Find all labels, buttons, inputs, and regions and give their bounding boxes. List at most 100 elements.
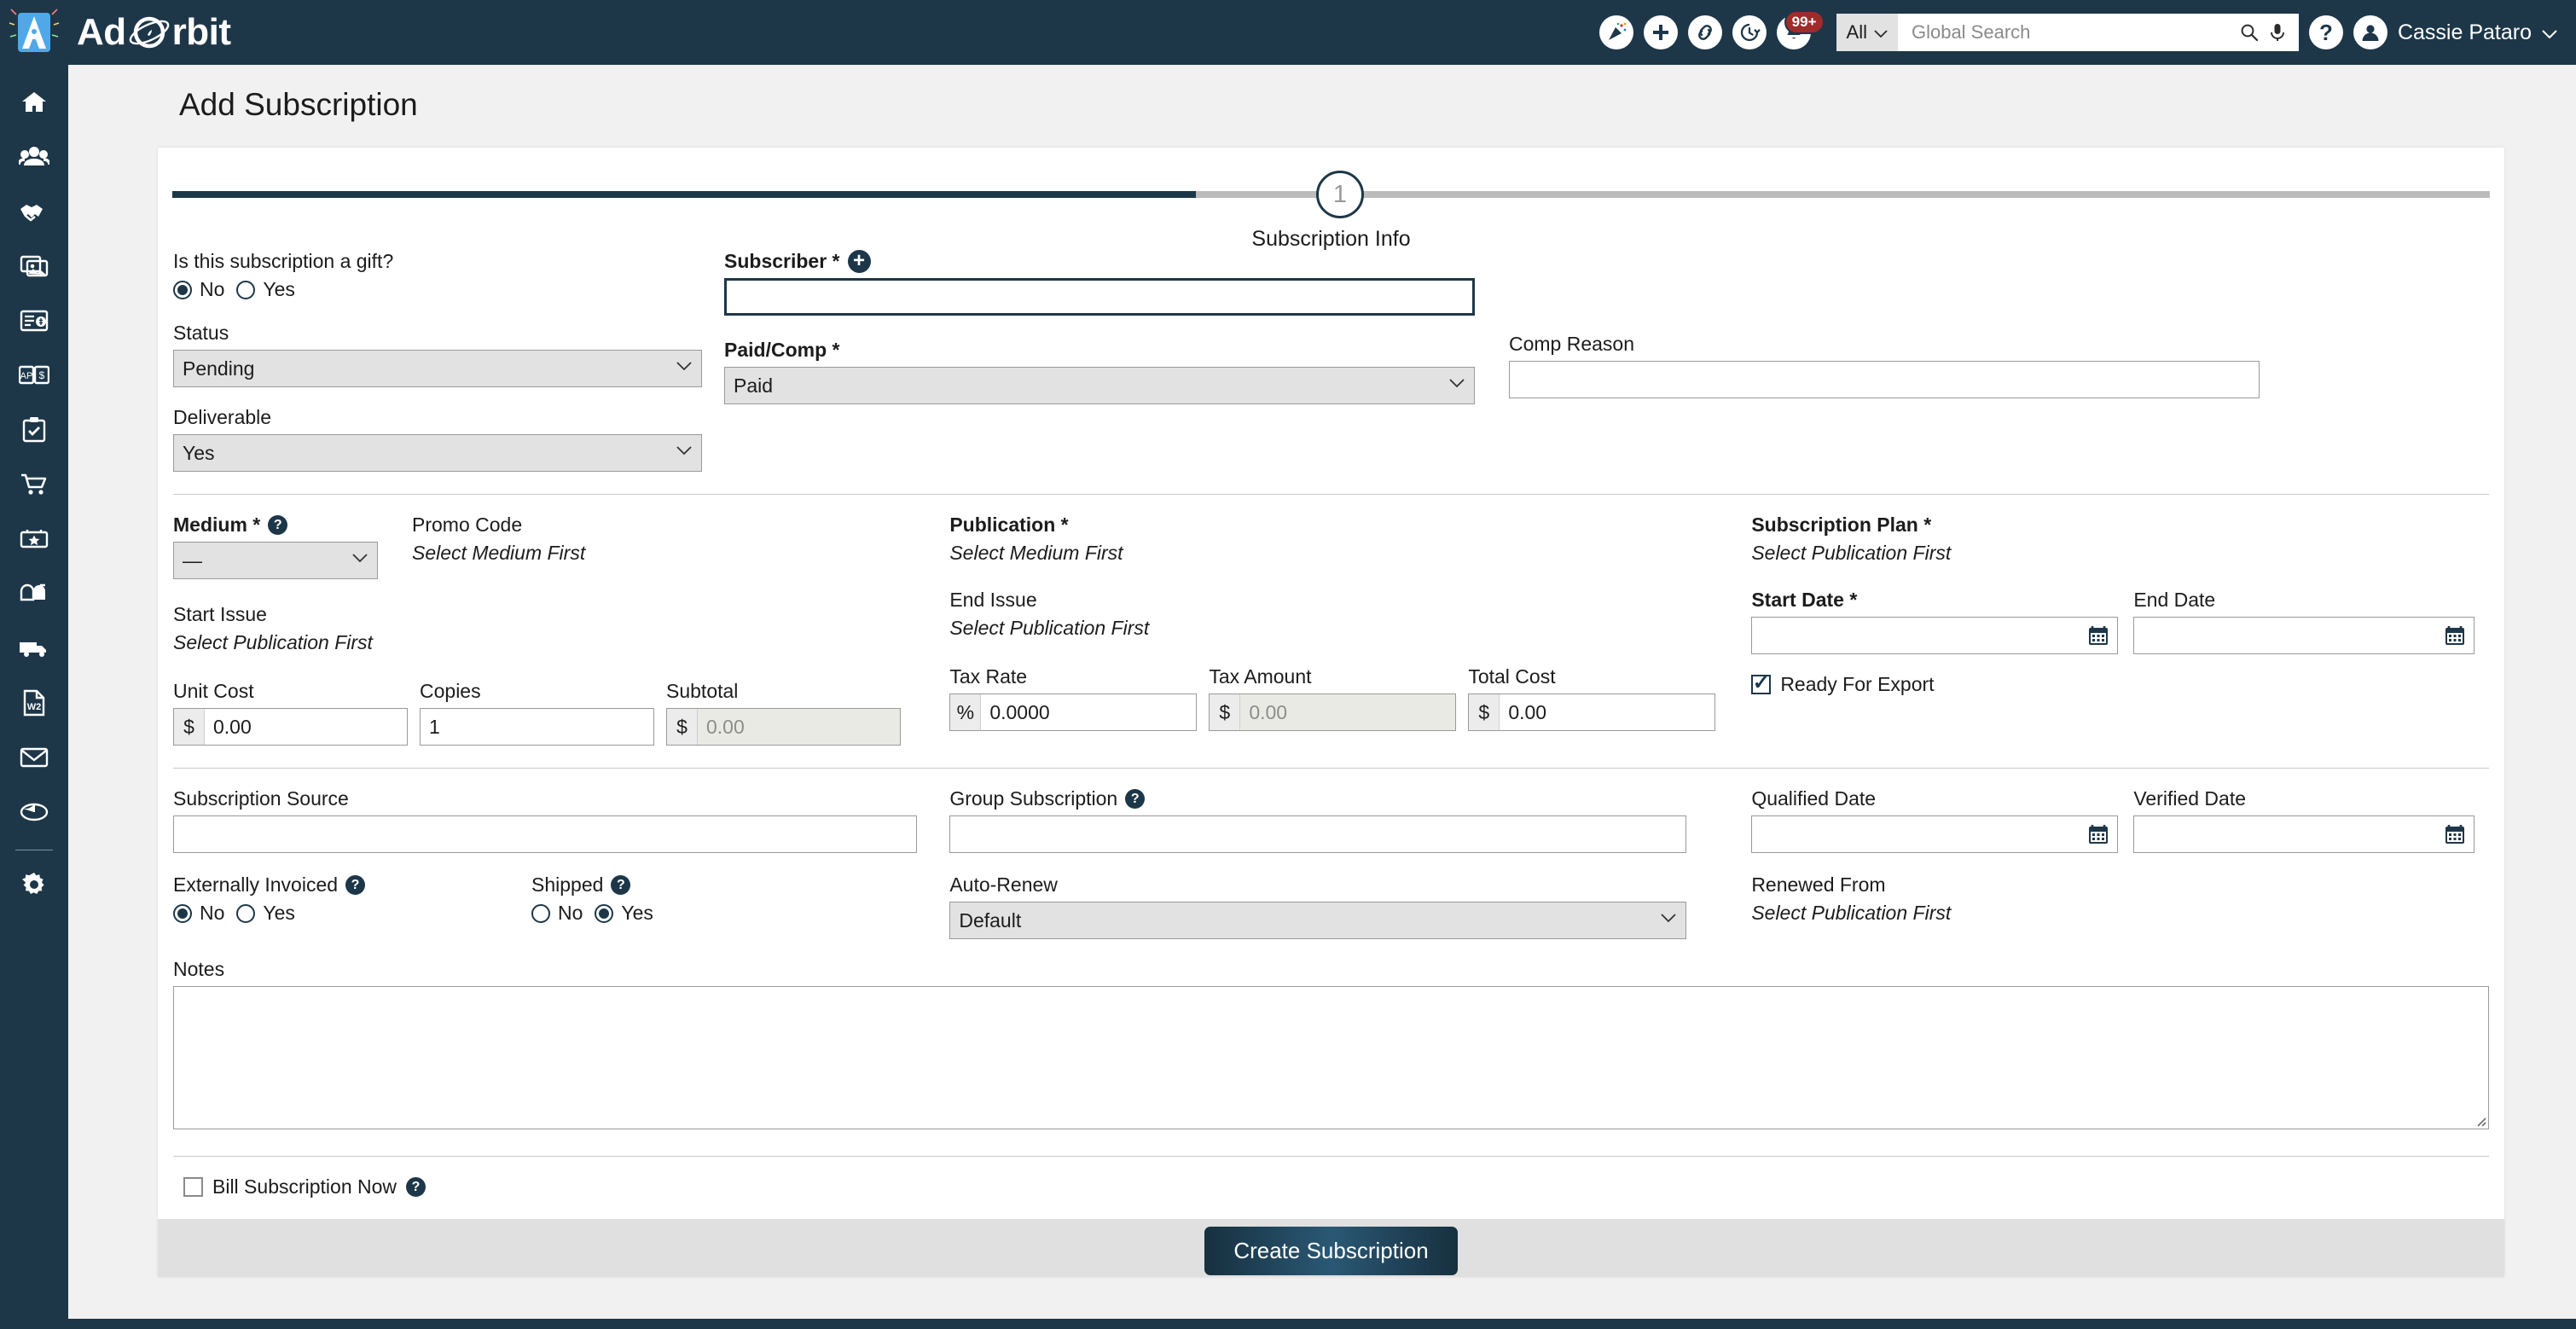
subscription-form-card: 1 Subscription Info Is this subscription…	[158, 148, 2504, 1277]
radio-indicator	[236, 904, 255, 923]
sidebar-item-handshake[interactable]	[0, 186, 68, 241]
sidebar-item-images[interactable]	[0, 241, 68, 295]
radio-indicator	[173, 904, 192, 923]
microphone-icon[interactable]	[2268, 22, 2287, 43]
help-icon[interactable]: ?	[2309, 15, 2343, 49]
start-date-input[interactable]	[1751, 617, 2118, 654]
end-issue-label: End Issue	[949, 589, 1720, 612]
paid-comp-field: Paid/Comp * Paid	[724, 339, 1475, 404]
sidebar-item-settings[interactable]	[0, 859, 68, 914]
bottom-bar	[0, 1319, 2576, 1329]
sidebar-item-subscriptions[interactable]	[0, 514, 68, 568]
add-subscriber-icon[interactable]: +	[848, 250, 871, 273]
sidebar-item-invoice[interactable]	[0, 295, 68, 350]
section-source: Subscription Source Externally Invoiced …	[173, 769, 2489, 939]
search-input[interactable]	[1910, 20, 2231, 44]
group-subscription-input[interactable]	[949, 815, 1686, 853]
renewed-from-label: Renewed From	[1751, 873, 2489, 897]
gift-field: Is this subscription a gift? No Yes	[173, 250, 702, 301]
help-icon[interactable]: ?	[406, 1177, 426, 1197]
sidebar-item-w2[interactable]: W2	[0, 677, 68, 732]
promo-code-label: Promo Code	[412, 514, 787, 537]
dates-row: Start Date *	[1751, 589, 2489, 654]
subscriber-input[interactable]	[724, 278, 1475, 316]
total-cost-input[interactable]	[1500, 694, 1714, 730]
bill-now-checkbox[interactable]	[183, 1177, 203, 1197]
avatar	[2353, 15, 2387, 49]
shipped-label: Shipped	[531, 873, 603, 897]
auto-renew-select[interactable]: Default	[949, 902, 1686, 939]
help-icon-glyph: ?	[2319, 20, 2333, 46]
search-field-wrap	[1898, 14, 2299, 51]
ready-for-export-checkbox[interactable]	[1751, 675, 1771, 694]
plus-icon[interactable]	[1644, 15, 1678, 49]
subscription-source-input[interactable]	[173, 815, 917, 853]
stepper-progress	[172, 191, 1196, 198]
shipped-option-no[interactable]: No	[531, 902, 583, 925]
help-icon[interactable]: ?	[1125, 789, 1145, 809]
gift-option-yes[interactable]: Yes	[236, 278, 295, 301]
help-icon[interactable]: ?	[611, 875, 630, 895]
sidebar-item-ap-payments[interactable]: AP$	[0, 350, 68, 404]
sidebar-item-tasks[interactable]	[0, 404, 68, 459]
link-icon[interactable]	[1688, 15, 1722, 49]
sidebar-item-email[interactable]	[0, 732, 68, 786]
user-menu[interactable]: Cassie Pataro	[2353, 15, 2557, 49]
images-icon	[20, 253, 49, 283]
sidebar-item-cart[interactable]	[0, 459, 68, 514]
publication-label: Publication *	[949, 514, 1720, 537]
status-select[interactable]: Pending	[173, 350, 702, 387]
notes-textarea[interactable]	[173, 986, 2489, 1129]
sidebar-item-mailings[interactable]	[0, 568, 68, 623]
gift-option-yes-label: Yes	[263, 278, 295, 301]
medium-select[interactable]: —	[173, 542, 378, 579]
search-scope-dropdown[interactable]: All	[1836, 14, 1898, 51]
search-icon[interactable]	[2239, 22, 2260, 43]
tax-amount-group: $	[1209, 694, 1456, 731]
help-icon[interactable]: ?	[268, 515, 287, 535]
people-icon	[19, 142, 49, 176]
truck-icon	[19, 637, 49, 664]
gift-radio-group: No Yes	[173, 278, 702, 301]
end-date-input[interactable]	[2133, 617, 2474, 654]
stepper-step-1[interactable]: 1	[1316, 171, 1364, 218]
subscription-plan-label: Subscription Plan *	[1751, 514, 2489, 537]
notes-field: Notes	[173, 958, 2489, 1134]
gift-option-no[interactable]: No	[173, 278, 224, 301]
sidebar-item-distribution[interactable]	[0, 623, 68, 677]
sidebar-item-reports[interactable]	[0, 786, 68, 841]
celebration-icon[interactable]	[1599, 15, 1633, 49]
help-icon[interactable]: ?	[345, 875, 365, 895]
gift-label: Is this subscription a gift?	[173, 250, 702, 273]
bell-icon[interactable]: 99+	[1777, 15, 1811, 49]
currency-prefix: $	[1469, 694, 1500, 730]
group-subscription-field: Group Subscription ?	[949, 787, 1720, 853]
percent-prefix: %	[950, 694, 981, 730]
create-subscription-button[interactable]: Create Subscription	[1204, 1227, 1457, 1275]
subscription-source-field: Subscription Source	[173, 787, 927, 853]
qualified-date-input[interactable]	[1751, 815, 2118, 853]
bill-now-field[interactable]: Bill Subscription Now ?	[183, 1175, 2489, 1198]
externally-invoiced-option-yes[interactable]: Yes	[236, 902, 295, 925]
shipped-radio-group: No Yes	[531, 902, 787, 925]
stepper-step-1-label: Subscription Info	[158, 227, 2504, 252]
copies-input[interactable]	[420, 708, 654, 746]
externally-invoiced-option-no[interactable]: No	[173, 902, 224, 925]
shipped-option-yes[interactable]: Yes	[595, 902, 653, 925]
deliverable-select[interactable]: Yes	[173, 434, 702, 472]
sidebar-item-people[interactable]	[0, 131, 68, 186]
tax-rate-input[interactable]	[981, 694, 1196, 730]
paid-comp-select[interactable]: Paid	[724, 367, 1475, 404]
rocket-logo-icon[interactable]	[3, 2, 65, 63]
subscription-source-label: Subscription Source	[173, 787, 927, 810]
unit-cost-label: Unit Cost	[173, 680, 408, 703]
unit-cost-input[interactable]	[205, 709, 407, 745]
notification-badge: 99+	[1784, 10, 1825, 34]
auto-renew-label: Auto-Renew	[949, 873, 1686, 897]
history-icon[interactable]	[1732, 15, 1767, 49]
ready-for-export-field[interactable]: Ready For Export	[1751, 673, 2489, 696]
sidebar-item-home[interactable]	[0, 77, 68, 131]
comp-reason-input[interactable]	[1509, 361, 2260, 398]
gear-icon	[20, 870, 49, 903]
verified-date-input[interactable]	[2133, 815, 2474, 853]
